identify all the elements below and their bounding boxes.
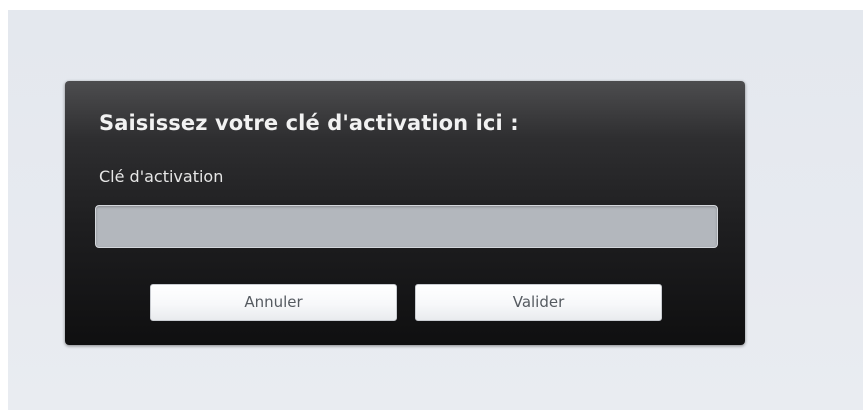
activation-key-label: Clé d'activation xyxy=(99,167,224,186)
cancel-button[interactable]: Annuler xyxy=(150,284,397,321)
dialog-title: Saisissez votre clé d'activation ici : xyxy=(99,111,519,135)
activation-dialog: Saisissez votre clé d'activation ici : C… xyxy=(65,81,745,345)
activation-key-input[interactable] xyxy=(95,205,718,248)
submit-button[interactable]: Valider xyxy=(415,284,662,321)
